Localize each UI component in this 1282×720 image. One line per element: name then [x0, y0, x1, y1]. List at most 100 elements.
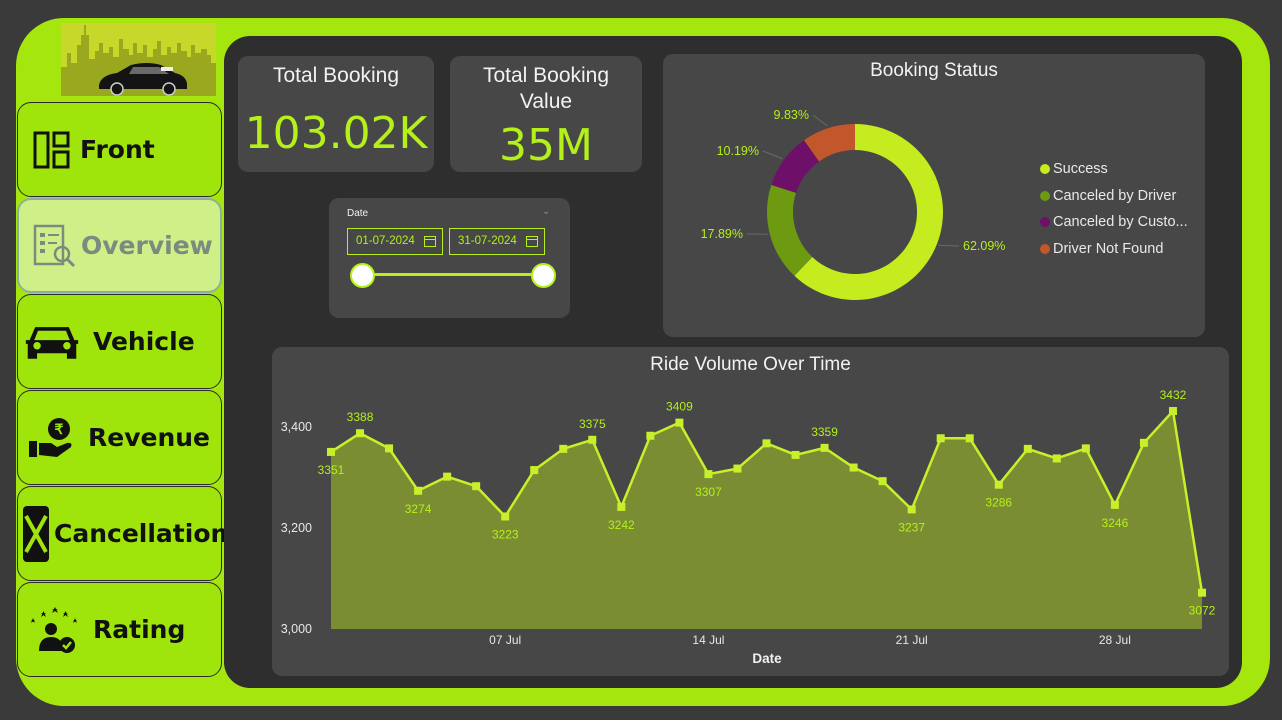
nav-overview-label: Overview: [81, 231, 213, 260]
data-point[interactable]: [1081, 444, 1090, 453]
nav-cancellation-button[interactable]: Cancellation: [17, 486, 228, 581]
donut-leader-line: [762, 150, 783, 160]
nav-rating-button[interactable]: Rating: [17, 582, 222, 677]
donut-slice-label: 62.09%: [963, 239, 1005, 253]
nav-vehicle-button[interactable]: Vehicle: [17, 294, 222, 389]
data-label: 3351: [318, 463, 345, 477]
date-range-start-handle[interactable]: [350, 263, 375, 288]
chevron-down-icon[interactable]: ⌄: [542, 206, 550, 217]
donut-slice-label: 9.83%: [774, 108, 809, 122]
legend-label: Canceled by Custo...: [1053, 214, 1188, 230]
data-point[interactable]: [965, 434, 974, 443]
data-point[interactable]: [501, 512, 510, 521]
dashboard-frame: Front Overview Vehicle ₹ Revenue Cancell…: [0, 0, 1282, 720]
data-point[interactable]: [472, 482, 481, 491]
start-date-value: 01-07-2024: [356, 235, 415, 247]
y-tick-label: 3,000: [281, 622, 312, 636]
calendar-icon[interactable]: [424, 236, 436, 247]
end-date-input[interactable]: 31-07-2024: [449, 228, 545, 255]
start-date-input[interactable]: 01-07-2024: [347, 228, 443, 255]
data-point[interactable]: [878, 477, 887, 486]
ride-volume-area-chart: 3,000 3,200 3,400 3351 3388 3274 3223 3375 3242 3…: [281, 388, 1216, 647]
data-point[interactable]: [1198, 588, 1206, 597]
data-point[interactable]: [1052, 454, 1061, 463]
data-point[interactable]: [994, 480, 1003, 489]
y-tick-label: 3,200: [281, 521, 312, 535]
nav-rating-label: Rating: [93, 615, 186, 644]
nav-front-label: Front: [80, 135, 155, 164]
data-label: 3286: [985, 496, 1012, 510]
data-point[interactable]: [414, 486, 423, 495]
data-point[interactable]: [1023, 444, 1032, 453]
legend-item[interactable]: Driver Not Found: [1040, 240, 1163, 258]
data-label: 3242: [608, 518, 635, 532]
svg-text:₹: ₹: [55, 421, 64, 437]
kpi-total-booking-value-title-line1: Total Booking: [482, 64, 610, 87]
legend-item[interactable]: Canceled by Driver: [1040, 187, 1176, 205]
data-point[interactable]: [704, 470, 713, 479]
data-point[interactable]: [385, 444, 394, 453]
data-point[interactable]: [849, 463, 858, 472]
data-label: 3246: [1102, 516, 1129, 530]
data-point[interactable]: [936, 434, 945, 443]
kpi-total-booking-title: Total Booking: [272, 64, 400, 87]
y-tick-label: 3,400: [281, 420, 312, 434]
data-label: 3359: [811, 425, 838, 439]
nav-revenue-button[interactable]: ₹ Revenue: [17, 390, 222, 485]
kpi-total-booking-value-title-line2: Value: [519, 90, 573, 113]
kpi-total-booking-value-card: Total Booking Value 35M: [450, 56, 642, 172]
data-point[interactable]: [820, 443, 829, 452]
data-point[interactable]: [762, 439, 771, 448]
data-label: 3375: [579, 417, 606, 431]
data-point[interactable]: [646, 431, 655, 440]
data-label: 3274: [405, 502, 432, 516]
data-point[interactable]: [791, 450, 800, 459]
nav-overview-button[interactable]: Overview: [17, 198, 222, 293]
donut-leader-line: [938, 244, 960, 247]
data-point[interactable]: [559, 444, 568, 453]
data-label: 3409: [666, 400, 693, 414]
x-tick-label: 21 Jul: [896, 633, 928, 647]
date-range-track[interactable]: [362, 273, 544, 276]
legend-label: Success: [1053, 161, 1108, 177]
donut-slice[interactable]: [767, 184, 813, 276]
data-label: 3432: [1160, 388, 1187, 402]
data-point[interactable]: [356, 429, 365, 438]
calendar-icon[interactable]: [526, 236, 538, 247]
rupee-hand-icon: ₹: [24, 414, 80, 462]
data-label: 3072: [1189, 604, 1216, 618]
legend-dot: [1040, 164, 1050, 174]
legend-item[interactable]: Success: [1040, 160, 1108, 178]
car-icon: [24, 318, 80, 366]
data-point[interactable]: [588, 435, 597, 444]
data-point[interactable]: [443, 472, 452, 481]
x-tick-label: 14 Jul: [692, 633, 724, 647]
data-label: 3307: [695, 485, 722, 499]
report-search-icon: [25, 222, 81, 270]
city-taxi-logo-image: [61, 25, 216, 96]
data-point[interactable]: [1139, 438, 1148, 447]
data-label: 3237: [898, 520, 925, 534]
date-range-end-handle[interactable]: [531, 263, 556, 288]
kpi-total-booking-value-value: 35M: [499, 120, 593, 171]
data-point[interactable]: [733, 464, 742, 473]
end-date-value: 31-07-2024: [458, 235, 517, 247]
x-tick-label: 07 Jul: [489, 633, 521, 647]
legend-label: Canceled by Driver: [1053, 187, 1177, 204]
x-tick-label: 28 Jul: [1099, 633, 1131, 647]
legend-dot: [1040, 190, 1050, 201]
data-label: 3388: [347, 410, 374, 424]
nav-vehicle-label: Vehicle: [93, 327, 195, 356]
data-point[interactable]: [907, 505, 916, 514]
data-point[interactable]: [327, 447, 335, 456]
data-point[interactable]: [1168, 407, 1177, 416]
kpi-total-booking-card: Total Booking 103.02K: [238, 56, 434, 172]
data-point[interactable]: [617, 502, 626, 511]
legend-item[interactable]: Canceled by Custo...: [1040, 213, 1188, 231]
nav-front-button[interactable]: Front: [17, 102, 222, 197]
donut-slice-label: 10.19%: [717, 144, 759, 158]
data-point[interactable]: [675, 418, 684, 427]
data-point[interactable]: [530, 466, 539, 475]
rating-stars-user-icon: [24, 606, 80, 654]
data-point[interactable]: [1110, 500, 1119, 509]
